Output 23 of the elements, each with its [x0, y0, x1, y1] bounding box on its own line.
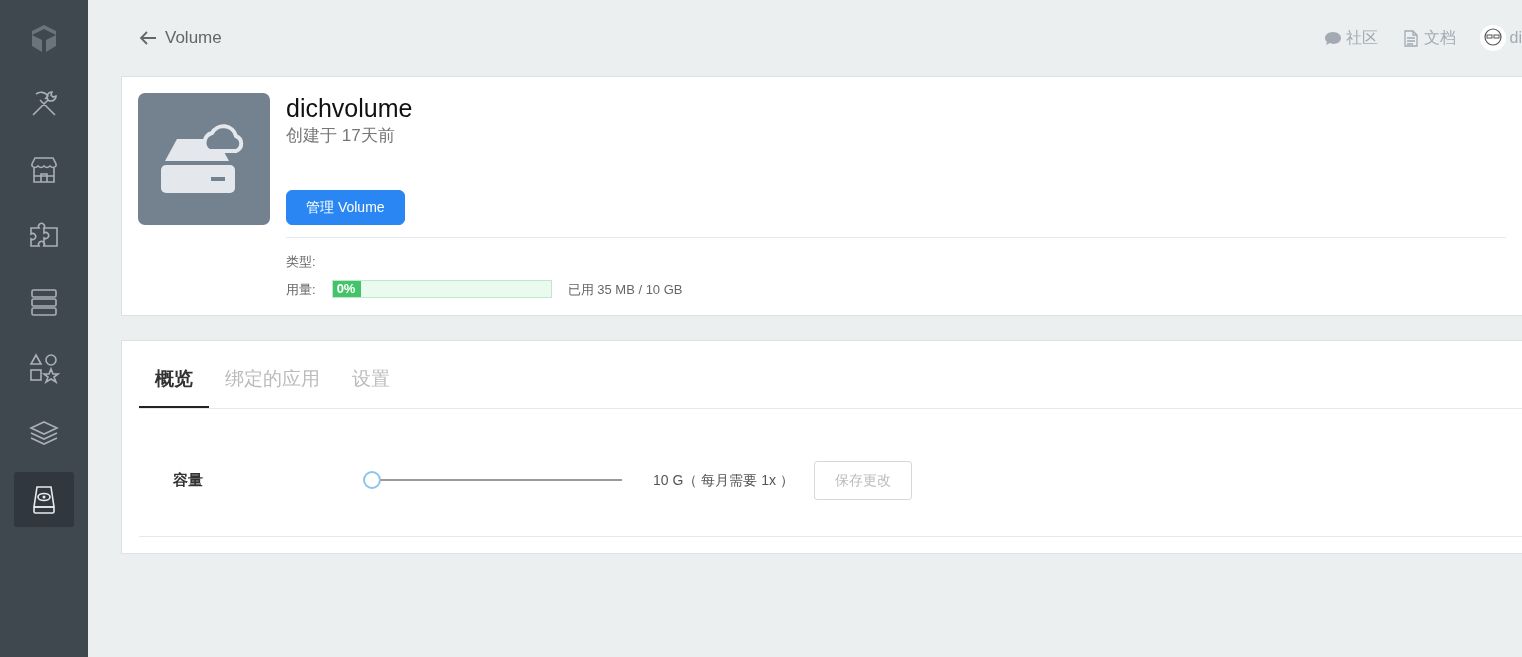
user-name[interactable]: di: [1509, 26, 1522, 50]
header-link[interactable]: 文档: [1401, 26, 1456, 50]
avatar-icon[interactable]: [1479, 25, 1506, 51]
back-link[interactable]: Volume: [139, 25, 222, 51]
tab[interactable]: 概览: [139, 365, 209, 408]
usage-reading: 已用 35 MB / 10 GB: [567, 280, 683, 299]
speech-bubble-icon: [1323, 29, 1342, 47]
manage-volume-button[interactable]: 管理 Volume: [286, 190, 405, 225]
type-label: 类型:: [286, 253, 317, 271]
header-link[interactable]: 社区: [1323, 26, 1378, 50]
capacity-reading: 10 G（ 每月需要 1x ）: [653, 470, 794, 490]
usage-fill: 0%: [332, 281, 361, 298]
tab[interactable]: 设置: [336, 365, 406, 408]
back-arrow-icon: [139, 31, 157, 45]
slider-thumb[interactable]: [363, 471, 381, 489]
usage-label: 用量:: [286, 280, 316, 299]
created-time: 创建于 17天前: [286, 125, 396, 147]
tab[interactable]: 绑定的应用: [209, 365, 336, 408]
document-icon: [1401, 29, 1420, 47]
capacity-label: 容量: [173, 469, 204, 490]
sidebar-item[interactable]: [14, 472, 74, 527]
volume-name: dichvolume: [286, 93, 413, 123]
shapes-icon: [28, 351, 60, 384]
